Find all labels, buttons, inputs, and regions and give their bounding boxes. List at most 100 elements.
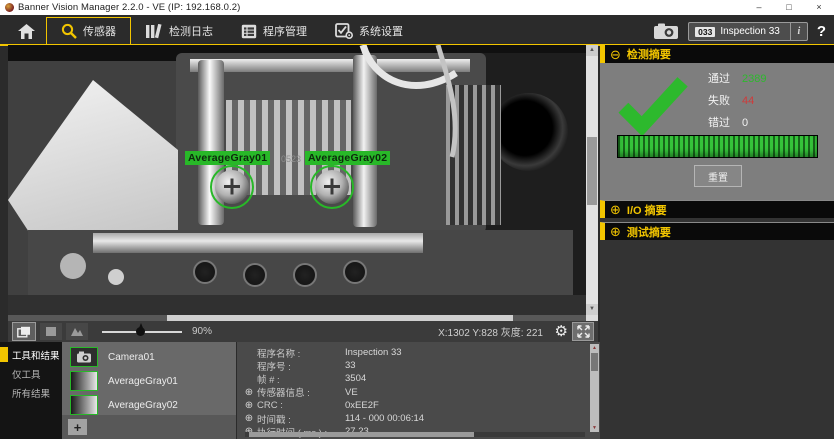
minimize-button[interactable]: – xyxy=(744,0,774,15)
photo-pad xyxy=(243,263,267,287)
roi-label-averagegray02[interactable]: AverageGray02 xyxy=(305,151,390,165)
tab-sensor[interactable]: 传感器 xyxy=(46,17,131,44)
scroll-down-icon: ▼ xyxy=(590,424,599,432)
gear-icon[interactable]: ⚙ xyxy=(555,323,568,340)
expand-icon[interactable]: ⊕ xyxy=(243,400,255,411)
view-histogram-button[interactable] xyxy=(66,323,88,340)
maximize-button[interactable]: □ xyxy=(774,0,804,15)
tab-sensor-label: 传感器 xyxy=(83,23,116,39)
info-vertical-scrollbar[interactable]: ▲ ▼ xyxy=(590,344,599,432)
expand-icon[interactable]: ⊕ xyxy=(243,387,255,398)
gradient-thumbnail-icon xyxy=(70,395,98,415)
zoom-percent-label: 90% xyxy=(192,326,212,337)
window-title: Banner Vision Manager 2.2.0 - VE (IP: 19… xyxy=(18,2,240,13)
inspection-id-badge: 033 xyxy=(695,27,715,37)
info-row: 帧 # : 3504 xyxy=(237,372,600,385)
info-row: ⊕ 传感器信息 : VE xyxy=(237,386,600,399)
info-vscroll-thumb[interactable] xyxy=(591,353,598,371)
info-label: 程序名称 : xyxy=(257,346,345,360)
tab-system-settings[interactable]: 系统设置 xyxy=(321,18,417,44)
tool-row-averagegray01[interactable]: AverageGray01 xyxy=(62,369,236,393)
close-button[interactable]: × xyxy=(804,0,834,15)
add-tool-button[interactable]: + xyxy=(68,419,87,435)
inspection-summary-body: 通过 2389 失败 44 错过 0 重置 xyxy=(600,63,834,200)
collapse-icon[interactable]: ⊖ xyxy=(610,48,621,61)
inspection-selector[interactable]: 033 Inspection 33 i xyxy=(688,22,808,41)
tool-name: Camera01 xyxy=(108,352,155,363)
sidebar-item-tools-only[interactable]: 仅工具 xyxy=(0,364,62,383)
info-row: 程序号 : 33 xyxy=(237,359,600,372)
photo-pad xyxy=(343,260,367,284)
photo-solder xyxy=(60,253,86,279)
tool-name: AverageGray01 xyxy=(108,376,178,387)
tab-settings-label: 系统设置 xyxy=(359,23,403,39)
tool-row-camera01[interactable]: Camera01 xyxy=(62,345,236,369)
info-label: 程序号 : xyxy=(257,359,345,373)
sidebar-item-tools-and-results[interactable]: 工具和结果 xyxy=(0,345,62,364)
zoom-slider[interactable] xyxy=(102,323,182,340)
info-horizontal-scrollbar[interactable] xyxy=(245,432,585,437)
io-summary-header[interactable]: ⊕ I/O 摘要 xyxy=(600,200,834,218)
capture-image-button[interactable] xyxy=(653,23,679,40)
miss-count-row: 错过 0 xyxy=(708,112,766,134)
titlebar: Banner Vision Manager 2.2.0 - VE (IP: 19… xyxy=(0,0,834,15)
scroll-down-icon[interactable]: ▼ xyxy=(586,304,598,315)
viewer-vertical-scrollbar[interactable]: ▲ ▼ xyxy=(586,45,598,315)
miss-label: 错过 xyxy=(708,112,734,134)
tab-home[interactable] xyxy=(6,18,46,44)
scroll-up-icon: ▲ xyxy=(590,344,599,352)
test-summary-title: 测试摘要 xyxy=(627,224,671,240)
fullscreen-button[interactable] xyxy=(572,322,594,341)
pass-checkmark-icon xyxy=(616,73,690,135)
tab-inspection-log[interactable]: 检测日志 xyxy=(131,18,227,44)
info-hscroll-thumb[interactable] xyxy=(249,432,474,437)
right-panel: ⊖ 检测摘要 通过 2389 失败 44 错过 0 xyxy=(600,45,834,439)
main-tabbar: 传感器 检测日志 程序管理 系统设置 033 Ins xyxy=(0,15,834,46)
tool-list-footer: + xyxy=(62,415,236,439)
fail-label: 失败 xyxy=(708,90,734,112)
tab-program-manager[interactable]: 程序管理 xyxy=(227,18,321,44)
info-value: 0xEE2F xyxy=(345,400,379,411)
roi-circle-averagegray02[interactable] xyxy=(310,165,354,209)
inspection-info-panel: 程序名称 : Inspection 33 程序号 : 33 帧 # : 3504… xyxy=(237,342,600,439)
info-value: 33 xyxy=(345,360,356,371)
photo-pad xyxy=(193,260,217,284)
view-single-button[interactable] xyxy=(40,323,62,340)
roi-label-averagegray01[interactable]: AverageGray01 xyxy=(185,151,270,165)
view-layers-button[interactable] xyxy=(12,322,36,341)
photo-bottom-shadow xyxy=(8,295,586,315)
expand-icon[interactable]: ⊕ xyxy=(243,413,255,424)
tab-program-label: 程序管理 xyxy=(263,23,307,39)
photo-solder xyxy=(108,269,124,285)
expand-icon[interactable]: ⊕ xyxy=(610,203,621,216)
fail-count-row: 失败 44 xyxy=(708,90,766,112)
sidebar-item-all-results[interactable]: 所有结果 xyxy=(0,383,62,402)
tool-row-averagegray02[interactable]: AverageGray02 xyxy=(62,393,236,417)
info-row: ⊕ 时间戳 : 114 - 000 00:06:14 xyxy=(237,412,600,425)
info-label: 传感器信息 : xyxy=(257,385,345,399)
books-icon xyxy=(145,24,163,39)
gradient-thumbnail-icon xyxy=(70,371,98,391)
tool-name: AverageGray02 xyxy=(108,400,178,411)
photo-metal-bar xyxy=(93,233,423,253)
reset-button[interactable]: 重置 xyxy=(694,165,742,187)
info-label: CRC : xyxy=(257,400,345,411)
roi-circle-averagegray01[interactable] xyxy=(210,165,254,209)
info-value: Inspection 33 xyxy=(345,347,402,358)
pass-value: 2389 xyxy=(742,68,766,90)
results-sidebar: 工具和结果 仅工具 所有结果 xyxy=(0,342,62,439)
inspection-summary-header[interactable]: ⊖ 检测摘要 xyxy=(600,45,834,63)
test-summary-header[interactable]: ⊕ 测试摘要 xyxy=(600,222,834,240)
io-summary-title: I/O 摘要 xyxy=(627,202,667,218)
pass-count-row: 通过 2389 xyxy=(708,68,766,90)
help-button[interactable]: ? xyxy=(817,23,826,40)
camera-thumbnail-icon xyxy=(70,347,98,367)
fullscreen-arrows-icon xyxy=(577,325,590,338)
info-row: ⊕ CRC : 0xEE2F xyxy=(237,399,600,412)
zoom-slider-handle[interactable] xyxy=(136,327,145,336)
viewer-vscroll-thumb[interactable] xyxy=(587,137,597,205)
inspection-info-button[interactable]: i xyxy=(790,23,807,40)
expand-icon[interactable]: ⊕ xyxy=(610,225,621,238)
camera-image-canvas[interactable]: AverageGray01 AverageGray02 0523 xyxy=(8,45,586,315)
scroll-up-icon[interactable]: ▲ xyxy=(586,45,598,56)
